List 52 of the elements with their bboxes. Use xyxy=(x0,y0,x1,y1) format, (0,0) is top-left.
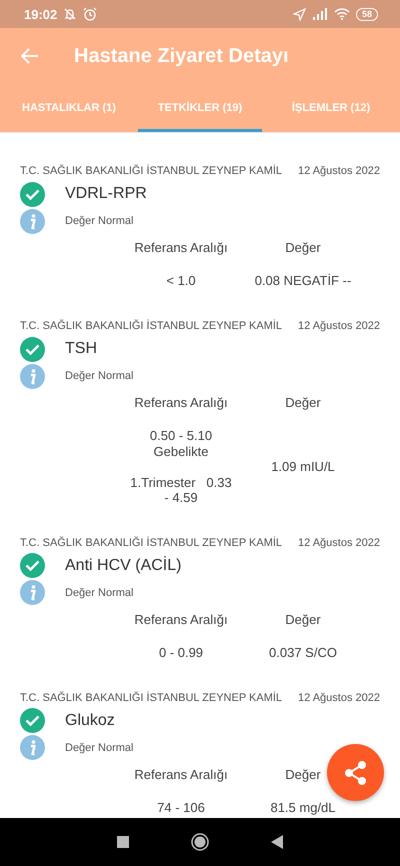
home-button[interactable] xyxy=(191,833,209,851)
info-icon[interactable] xyxy=(20,580,45,605)
column-label: Değer xyxy=(285,239,321,257)
column-label: Referans Aralığı xyxy=(134,239,228,257)
test-date: 12 Ağustos 2022 xyxy=(298,536,380,548)
column-label: Değer xyxy=(285,610,321,629)
status-note: Değer Normal xyxy=(65,586,134,598)
test-name: Anti HCV (ACİL) xyxy=(65,556,182,574)
test-name: Glukoz xyxy=(65,712,115,730)
status-note: Değer Normal xyxy=(65,215,134,227)
info-icon[interactable] xyxy=(20,364,45,388)
screen-title: Hastane Ziyaret Detayı xyxy=(74,44,289,68)
column-label: Referans Aralığı xyxy=(134,610,228,629)
column-label: Referans Aralığı xyxy=(134,394,228,412)
signal-icon xyxy=(312,8,328,20)
test-name: VDRL-RPR xyxy=(65,185,147,203)
tab[interactable]: TETKİKLER (19) xyxy=(138,84,262,132)
notifications-off-icon xyxy=(63,7,78,21)
reference-range: 0 - 0.99 xyxy=(158,644,204,660)
test-date: 12 Ağustos 2022 xyxy=(298,320,380,332)
battery-level: 58 xyxy=(356,8,378,20)
tab[interactable]: İŞLEMLER (12) xyxy=(262,84,400,132)
back-nav-button[interactable] xyxy=(271,835,283,849)
location-icon xyxy=(292,8,306,20)
clock: 19:02 xyxy=(24,6,58,22)
column-label: Referans Aralığı xyxy=(134,766,228,784)
alarm-icon xyxy=(83,7,98,21)
result-value: 0.08 NEGATİF -- xyxy=(254,273,352,289)
hospital-name: T.C. SAĞLIK BAKANLIĞI İSTANBUL ZEYNEP KAMİL xyxy=(20,165,282,177)
info-icon[interactable] xyxy=(20,208,45,234)
result-value: 0.037 S/CO xyxy=(269,644,337,660)
hospital-name: T.C. SAĞLIK BAKANLIĞI İSTANBUL ZEYNEP KAMİL xyxy=(20,692,282,704)
result-value: 1.09 mIU/L xyxy=(271,458,335,475)
tab[interactable]: HASTALIKLAR (1) xyxy=(0,84,138,132)
column-label: Değer xyxy=(285,394,321,412)
reference-range: < 1.0 xyxy=(165,273,197,289)
recents-button[interactable] xyxy=(117,836,129,848)
hospital-name: T.C. SAĞLIK BAKANLIĞI İSTANBUL ZEYNEP KAMİL xyxy=(20,320,282,332)
reference-range: 0.50 - 5.10 Gebelikte 1.Trimester 0.33 - 4.59 xyxy=(130,428,232,506)
test-date: 12 Ağustos 2022 xyxy=(298,165,380,177)
hospital-name: T.C. SAĞLIK BAKANLIĞI İSTANBUL ZEYNEP KAMİL xyxy=(20,536,282,548)
test-date: 12 Ağustos 2022 xyxy=(298,692,380,704)
share-button[interactable] xyxy=(327,744,384,801)
reference-range: 74 - 106 xyxy=(156,800,206,816)
result-value: 81.5 mg/dL xyxy=(270,800,336,816)
info-icon[interactable] xyxy=(20,735,45,760)
share-icon xyxy=(342,760,368,786)
status-note: Değer Normal xyxy=(65,742,134,754)
test-name: TSH xyxy=(65,340,97,358)
column-label: Değer xyxy=(285,766,321,784)
wifi-icon xyxy=(334,8,350,20)
status-note: Değer Normal xyxy=(65,370,134,382)
